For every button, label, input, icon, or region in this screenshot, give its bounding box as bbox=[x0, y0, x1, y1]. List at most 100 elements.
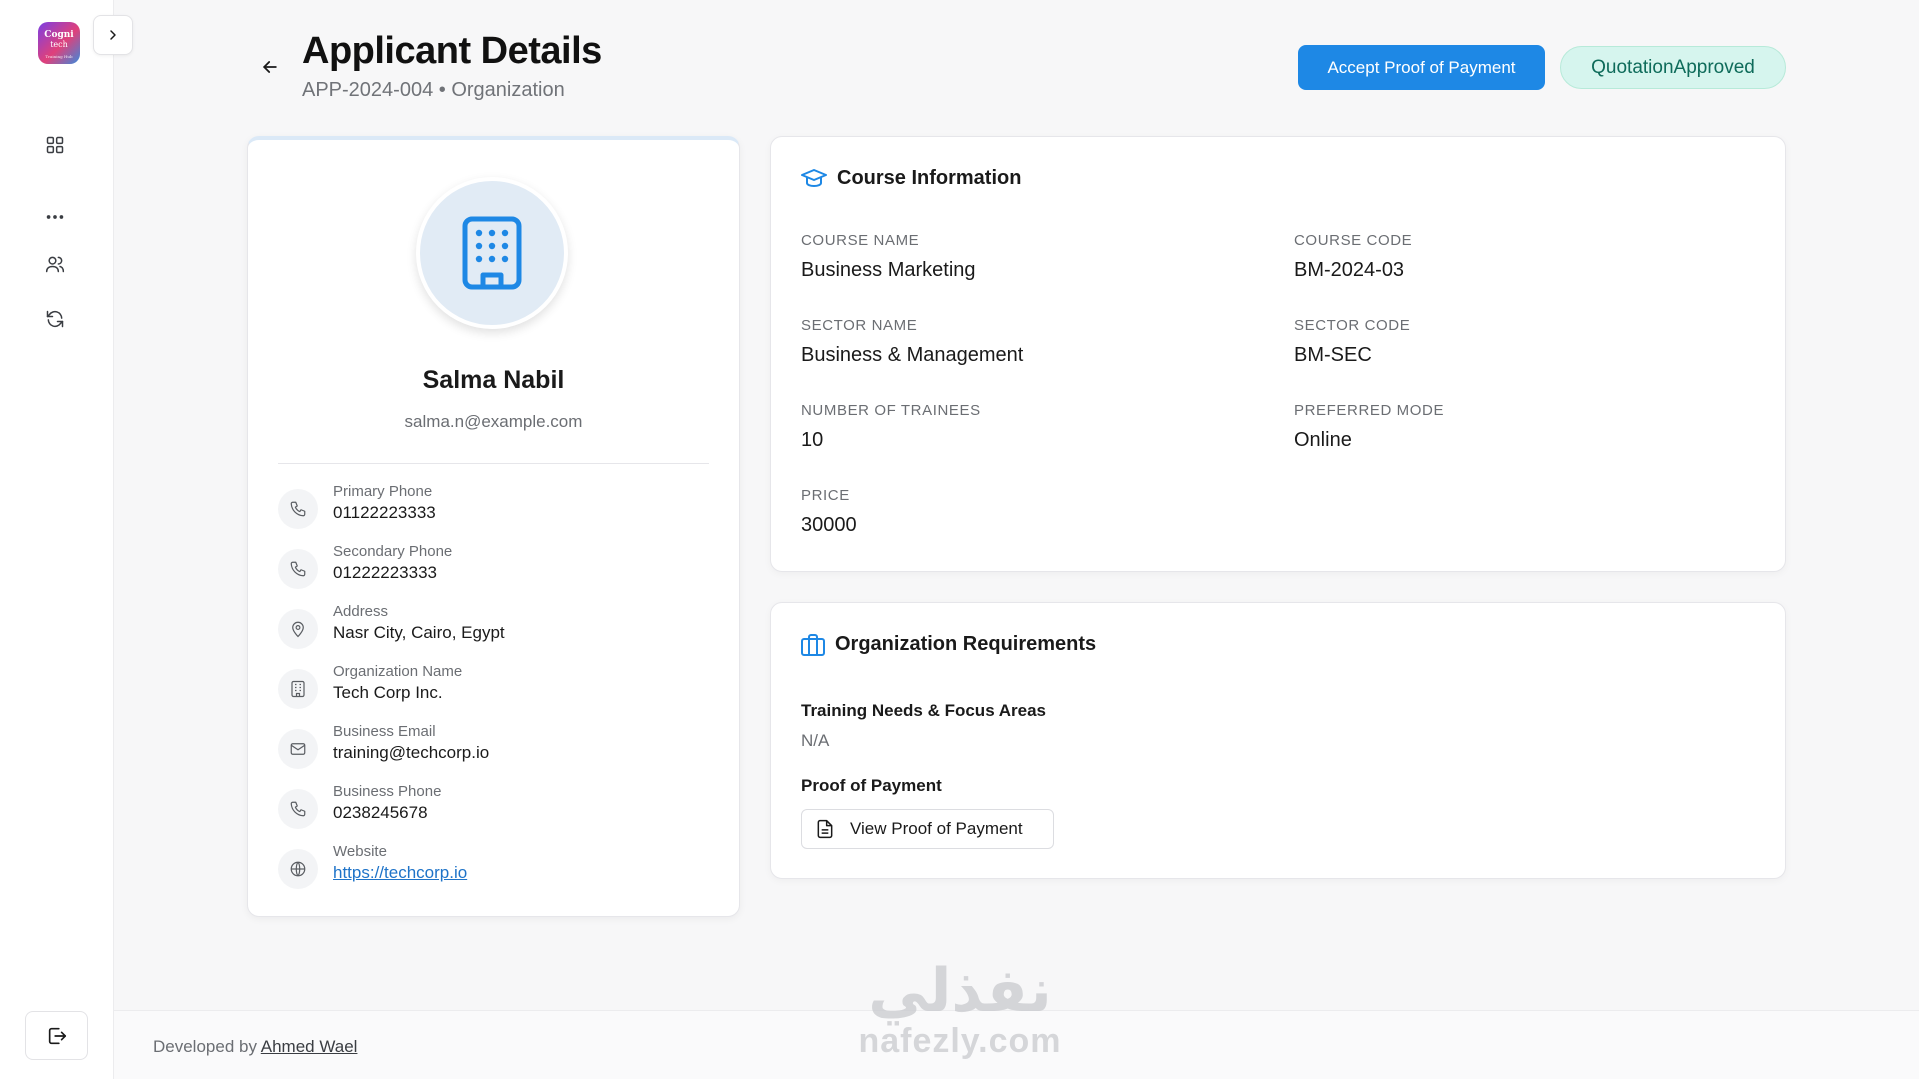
training-needs-value: N/A bbox=[801, 731, 830, 750]
sidebar-item-more[interactable] bbox=[40, 202, 70, 232]
contact-label: Business Phone bbox=[333, 783, 442, 800]
mail-icon bbox=[290, 743, 306, 755]
contact-icon-wrap bbox=[278, 609, 318, 649]
contact-label: Address bbox=[333, 603, 389, 620]
building-icon bbox=[462, 216, 522, 290]
chevron-right-icon bbox=[110, 30, 116, 40]
page-subtitle: APP-2024-004 • Organization bbox=[302, 79, 565, 101]
requirements-card-title: Organization Requirements bbox=[835, 633, 1097, 655]
contact-value: Tech Corp Inc. bbox=[333, 683, 443, 702]
course-information-card: Course Information COURSE NAME Business … bbox=[770, 136, 1786, 572]
watermark: نفذلي nafezly.com bbox=[850, 960, 1070, 1061]
field-label: SECTOR NAME bbox=[801, 317, 918, 334]
map-pin-icon bbox=[292, 621, 304, 638]
briefcase-icon bbox=[801, 633, 825, 656]
contact-organization: Organization Name Tech Corp Inc. bbox=[278, 663, 708, 723]
back-button[interactable] bbox=[258, 55, 282, 79]
phone-icon bbox=[290, 561, 306, 577]
watermark-arabic: نفذلي bbox=[868, 956, 1052, 1026]
accept-proof-button[interactable]: Accept Proof of Payment bbox=[1298, 45, 1545, 90]
contact-website: Website https://techcorp.io bbox=[278, 843, 708, 903]
users-icon bbox=[45, 256, 65, 273]
field-label: COURSE CODE bbox=[1294, 232, 1413, 249]
view-proof-label: View Proof of Payment bbox=[850, 819, 1023, 838]
contact-business-email: Business Email training@techcorp.io bbox=[278, 723, 708, 783]
applicant-name: Salma Nabil bbox=[422, 366, 565, 394]
sidebar-item-dashboard[interactable] bbox=[40, 130, 70, 160]
arrow-left-icon bbox=[263, 61, 277, 73]
author-link[interactable]: Ahmed Wael bbox=[261, 1037, 358, 1056]
contact-value: 01122223333 bbox=[333, 503, 436, 522]
contact-icon-wrap bbox=[278, 789, 318, 829]
avatar bbox=[416, 177, 568, 329]
contact-business-phone: Business Phone 0238245678 bbox=[278, 783, 708, 843]
contact-icon-wrap bbox=[278, 849, 318, 889]
sidebar: Cogni tech Training Hub bbox=[0, 0, 114, 1079]
contact-list: Primary Phone 01122223333 Secondary Phon… bbox=[278, 483, 708, 903]
logo-line-3: Training Hub bbox=[45, 54, 73, 59]
field-course-code: COURSE CODE BM-2024-03 bbox=[1294, 232, 1412, 282]
field-value: Online bbox=[1294, 429, 1352, 451]
phone-icon bbox=[290, 801, 306, 817]
field-value: BM-2024-03 bbox=[1294, 259, 1405, 281]
field-value: 10 bbox=[801, 429, 824, 451]
contact-label: Website bbox=[333, 843, 387, 860]
globe-icon bbox=[290, 861, 306, 877]
contact-icon-wrap bbox=[278, 489, 318, 529]
file-text-icon bbox=[817, 819, 833, 839]
logo-line-2: tech bbox=[50, 40, 68, 49]
sidebar-item-users[interactable] bbox=[40, 249, 70, 279]
contact-primary-phone: Primary Phone 01122223333 bbox=[278, 483, 708, 543]
view-proof-button[interactable]: View Proof of Payment bbox=[801, 809, 1054, 849]
graduation-cap-icon bbox=[801, 168, 827, 187]
course-card-title: Course Information bbox=[837, 167, 1022, 189]
field-value: BM-SEC bbox=[1294, 344, 1372, 366]
building-icon bbox=[291, 680, 305, 698]
field-label: PRICE bbox=[801, 487, 850, 504]
field-value: Business & Management bbox=[801, 344, 1024, 366]
course-card-header: Course Information bbox=[801, 167, 1021, 190]
field-label: NUMBER OF TRAINEES bbox=[801, 402, 981, 419]
field-value: Business Marketing bbox=[801, 259, 976, 281]
contact-label: Organization Name bbox=[333, 663, 463, 680]
profile-divider bbox=[278, 463, 709, 464]
contact-secondary-phone: Secondary Phone 01222223333 bbox=[278, 543, 708, 603]
grid-icon bbox=[46, 136, 64, 154]
field-label: SECTOR CODE bbox=[1294, 317, 1411, 334]
proof-of-payment-label: Proof of Payment bbox=[801, 776, 942, 795]
training-needs-label: Training Needs & Focus Areas bbox=[801, 701, 1046, 720]
logout-button[interactable] bbox=[25, 1011, 88, 1060]
contact-value: 0238245678 bbox=[333, 803, 428, 822]
contact-address: Address Nasr City, Cairo, Egypt bbox=[278, 603, 708, 663]
field-preferred-mode: PREFERRED MODE Online bbox=[1294, 402, 1444, 452]
applicant-email: salma.n@example.com bbox=[404, 412, 583, 431]
contact-label: Business Email bbox=[333, 723, 436, 740]
website-link[interactable]: https://techcorp.io bbox=[333, 863, 467, 883]
field-number-of-trainees: NUMBER OF TRAINEES 10 bbox=[801, 402, 981, 452]
contact-value: Nasr City, Cairo, Egypt bbox=[333, 623, 505, 642]
watermark-latin: nafezly.com bbox=[858, 1022, 1062, 1060]
field-course-name: COURSE NAME Business Marketing bbox=[801, 232, 976, 282]
field-sector-name: SECTOR NAME Business & Management bbox=[801, 317, 1023, 367]
phone-icon bbox=[290, 501, 306, 517]
footer-credit: Developed by Ahmed Wael bbox=[153, 1037, 357, 1057]
status-badge: QuotationApproved bbox=[1560, 46, 1786, 89]
contact-label: Secondary Phone bbox=[333, 543, 453, 560]
contact-value: training@techcorp.io bbox=[333, 743, 490, 762]
contact-icon-wrap bbox=[278, 729, 318, 769]
contact-icon-wrap bbox=[278, 669, 318, 709]
contact-label: Primary Phone bbox=[333, 483, 433, 500]
field-label: COURSE NAME bbox=[801, 232, 920, 249]
more-horizontal-icon bbox=[46, 215, 64, 219]
organization-requirements-card: Organization Requirements Training Needs… bbox=[770, 602, 1786, 879]
logout-icon bbox=[48, 1027, 66, 1044]
sidebar-expand-button[interactable] bbox=[93, 15, 133, 55]
sidebar-item-sync[interactable] bbox=[40, 304, 70, 334]
contact-icon-wrap bbox=[278, 549, 318, 589]
refresh-icon bbox=[46, 310, 64, 328]
profile-card: Salma Nabil salma.n@example.com Primary … bbox=[247, 136, 740, 917]
footer-prefix: Developed by bbox=[153, 1037, 257, 1056]
requirements-card-header: Organization Requirements bbox=[801, 633, 1096, 656]
app-logo[interactable]: Cogni tech Training Hub bbox=[38, 22, 80, 64]
field-value: 30000 bbox=[801, 514, 857, 536]
